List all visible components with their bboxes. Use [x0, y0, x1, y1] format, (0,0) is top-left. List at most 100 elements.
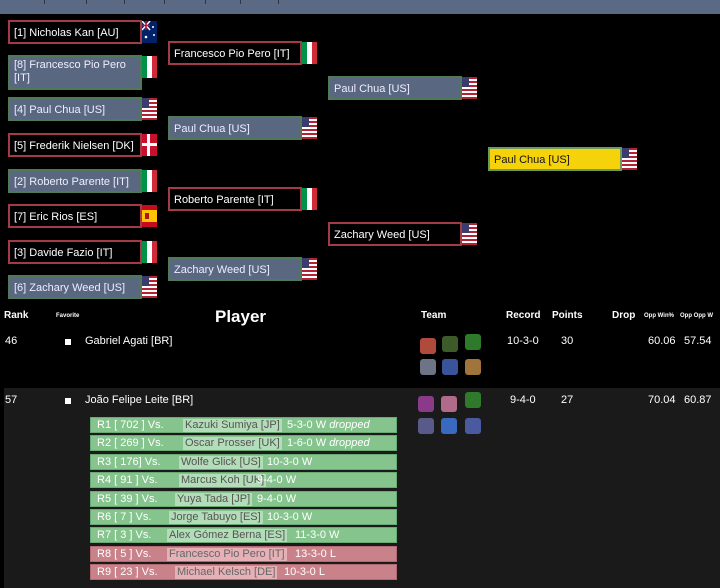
flag-us-icon	[462, 77, 477, 99]
bracket-slot[interactable]: Paul Chua [US]	[168, 116, 302, 140]
player-name-cell[interactable]: Gabriel Agati [BR]	[85, 335, 172, 347]
opponent-name[interactable]: Oscar Prosser [UK]	[183, 437, 282, 451]
col-header-drop[interactable]: Drop	[612, 310, 635, 321]
bracket-slot[interactable]: [1] Nicholas Kan [AU]	[8, 20, 142, 44]
match-result: 9-4-0 W	[257, 492, 296, 506]
player-name: [5] Frederik Nielsen [DK]	[14, 140, 134, 152]
bracket-slot[interactable]: [3] Davide Fazio [IT]	[8, 240, 142, 264]
opponent-name[interactable]: Yuya Tada [JP]	[175, 492, 253, 506]
col-header-rank: Rank	[4, 310, 29, 321]
round-label: R3 [ 176] Vs.	[97, 455, 161, 468]
flag-it-icon	[142, 241, 157, 263]
nav-divider	[44, 0, 45, 4]
pokemon-sprite-icon	[442, 359, 458, 375]
player-name: Zachary Weed [US]	[174, 264, 270, 276]
round-label: R7 [ 3 ] Vs.	[97, 529, 152, 542]
col-header-points[interactable]: Points	[552, 310, 583, 321]
bracket-slot[interactable]: Paul Chua [US]	[328, 76, 462, 100]
dropped-label: dropped	[329, 437, 370, 450]
flag-au-icon	[142, 21, 157, 43]
match-row[interactable]: R2 [ 269 ] Vs. Oscar Prosser [UK] 1-6-0 W …	[90, 435, 397, 452]
result-text: 9-4-0 W	[257, 492, 297, 505]
table-row-expanded[interactable]: 57 João Felipe Leite [BR] 9-4-0 27 70.04…	[4, 388, 720, 588]
player-name: Paul Chua [US]	[174, 123, 250, 135]
match-row[interactable]: R7 [ 3 ] Vs. Alex Gómez Berna [ES] 11-3-0 …	[90, 527, 397, 544]
player-name-cell[interactable]: João Felipe Leite [BR]	[85, 394, 193, 406]
flag-it-icon	[302, 188, 317, 210]
flag-it-icon	[142, 56, 157, 78]
match-row[interactable]: R4 [ 91 ] Vs. Marcus Koh [UK] 9-4-0 W	[90, 472, 397, 489]
rank-cell: 57	[5, 394, 18, 406]
round-label: R4 [ 91 ] Vs.	[97, 474, 158, 487]
col-header-player[interactable]: Player	[215, 307, 266, 327]
round-label: R2 [ 269 ] Vs.	[97, 437, 164, 450]
favorite-checkbox[interactable]	[65, 339, 71, 345]
bracket-slot[interactable]: Roberto Parente [IT]	[168, 187, 302, 211]
pokemon-sprite-icon	[418, 418, 434, 434]
opponent-name[interactable]: Michael Kelsch [DE]	[175, 566, 278, 580]
rank-cell: 46	[5, 335, 18, 347]
result-text: 9-4-0 W	[257, 474, 297, 487]
match-row[interactable]: R5 [ 39 ] Vs. Yuya Tada [JP] 9-4-0 W	[90, 490, 397, 507]
player-name: [1] Nicholas Kan [AU]	[14, 27, 119, 39]
match-row[interactable]: R1 [ 702 ] Vs. Kazuki Sumiya [JP] 5-3-0 W …	[90, 417, 397, 433]
round-label: R8 [ 5 ] Vs.	[97, 547, 152, 560]
result-text: 10-3-0 W	[267, 511, 313, 523]
match-row[interactable]: R3 [ 176] Vs. Wolfe Glick [US] 10-3-0 W	[90, 453, 397, 470]
result-text: 1-6-0 W	[287, 437, 327, 450]
match-row[interactable]: R6 [ 7 ] Vs. Jorge Tabuyo [ES] 10-3-0 W	[90, 509, 397, 525]
opponent-name[interactable]: Wolfe Glick [US]	[179, 455, 263, 469]
opponent-name[interactable]: Francesco Pio Pero [IT]	[167, 547, 287, 561]
pokemon-sprite-icon	[465, 359, 481, 375]
player-name: [8] Francesco Pio Pero [IT]	[14, 59, 126, 84]
pokemon-sprite-icon	[420, 359, 436, 375]
bracket-slot[interactable]: [5] Frederik Nielsen [DK]	[8, 133, 142, 157]
opponent-name[interactable]: Kazuki Sumiya [JP]	[183, 419, 282, 432]
nav-divider	[124, 0, 125, 4]
result-text: 11-3-0 W	[295, 529, 340, 542]
bracket-slot[interactable]: [6] Zachary Weed [US]	[8, 275, 142, 299]
match-result: 10-3-0 L	[284, 565, 325, 579]
pokemon-sprite-icon	[418, 396, 434, 412]
match-row[interactable]: R9 [ 23 ] Vs. Michael Kelsch [DE] 10-3-0 L	[90, 564, 397, 581]
record-cell: 10-3-0	[507, 335, 539, 347]
bracket-slot[interactable]: [8] Francesco Pio Pero [IT]	[8, 55, 142, 90]
col-header-opp-win[interactable]: Opp Win%	[644, 313, 674, 319]
flag-us-icon	[142, 98, 157, 120]
opponent-name[interactable]: Jorge Tabuyo [ES]	[169, 511, 263, 524]
round-label: R6 [ 7 ] Vs.	[97, 511, 152, 523]
bracket-slot[interactable]: Zachary Weed [US]	[328, 222, 462, 246]
player-name: [6] Zachary Weed [US]	[14, 282, 126, 294]
match-result: 11-3-0 W	[295, 528, 339, 542]
flag-us-icon	[142, 276, 157, 298]
col-header-opp-opp-win[interactable]: Opp Opp W	[680, 313, 713, 319]
opponent-name[interactable]: Marcus Koh [UK]	[179, 474, 267, 488]
opponent-name[interactable]: Alex Gómez Berna [ES]	[167, 529, 288, 543]
col-header-record[interactable]: Record	[506, 310, 540, 321]
bracket-slot[interactable]: [2] Roberto Parente [IT]	[8, 169, 142, 193]
match-result: 10-3-0 W	[267, 510, 312, 524]
col-header-favorite: Favorite	[56, 313, 80, 319]
favorite-checkbox[interactable]	[65, 398, 71, 404]
player-name: [2] Roberto Parente [IT]	[14, 176, 129, 188]
points-cell: 27	[561, 394, 574, 406]
bracket-slot[interactable]: Zachary Weed [US]	[168, 257, 302, 281]
opp-opp-win-cell: 60.87	[684, 394, 712, 406]
bracket-slot[interactable]: [7] Eric Rios [ES]	[8, 204, 142, 228]
bracket-slot[interactable]: Francesco Pio Pero [IT]	[168, 41, 302, 65]
table-row[interactable]: 46 Gabriel Agati [BR] 10-3-0 30 60.06 57…	[4, 330, 720, 382]
nav-divider	[86, 0, 87, 4]
pokemon-sprite-icon	[465, 418, 481, 434]
dropped-label: dropped	[329, 419, 370, 431]
record-cell: 9-4-0	[510, 394, 536, 406]
nav-divider	[240, 0, 241, 4]
result-text: 5-3-0 W	[287, 419, 327, 431]
col-header-team: Team	[421, 310, 447, 321]
flag-it-icon	[302, 42, 317, 64]
match-row[interactable]: R8 [ 5 ] Vs. Francesco Pio Pero [IT] 13-3-…	[90, 545, 397, 562]
bracket-slot[interactable]: [4] Paul Chua [US]	[8, 97, 142, 121]
round-label: R1 [ 702 ] Vs.	[97, 419, 164, 431]
bracket-champion-slot[interactable]: Paul Chua [US]	[488, 147, 622, 171]
opp-win-cell: 70.04	[648, 394, 676, 406]
flag-it-icon	[142, 170, 157, 192]
